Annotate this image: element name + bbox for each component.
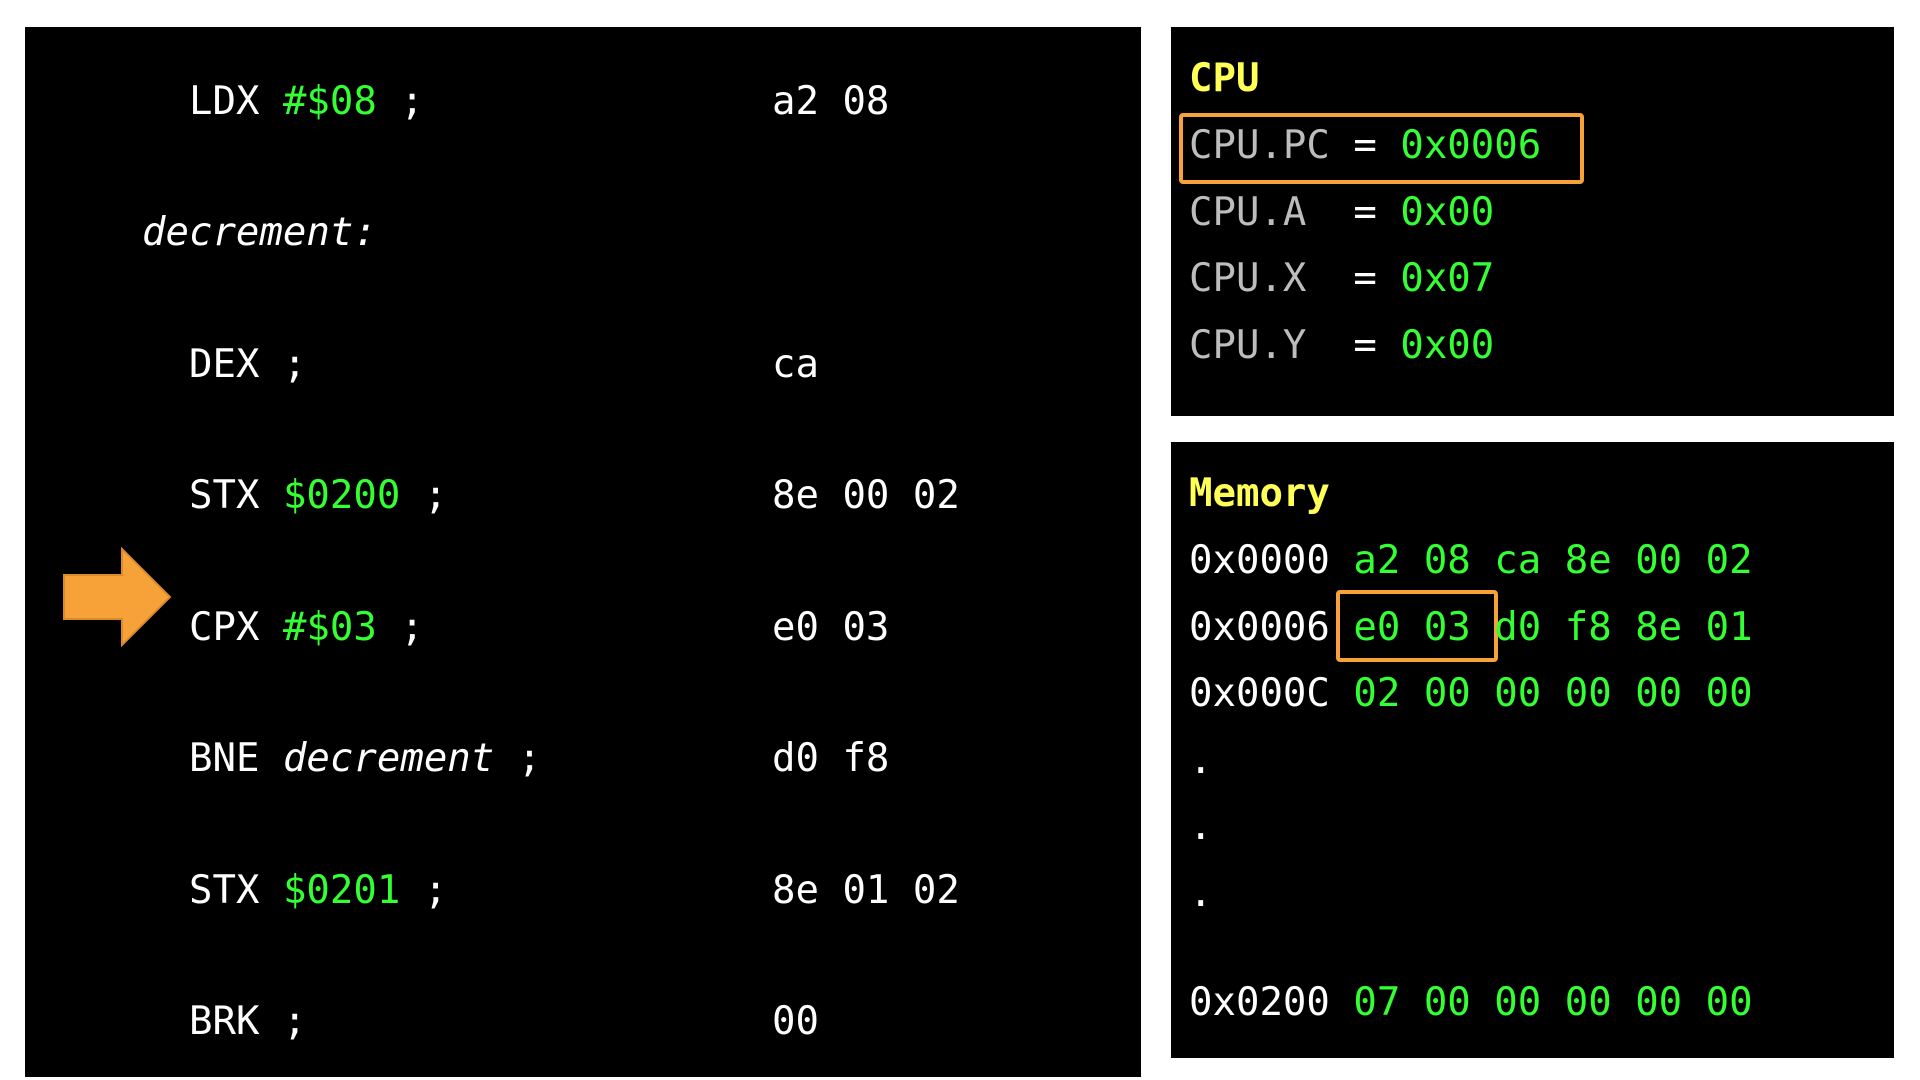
memory-byte: 00 <box>1423 671 1471 716</box>
machine-bytes: d0 f8 <box>772 736 890 781</box>
register-value: 0x0006 <box>1400 123 1542 168</box>
memory-ellipsis-dot: . <box>1189 738 1213 783</box>
memory-row-000c: 0x000C 02 00 00 00 00 00 <box>1189 674 1753 713</box>
operand: #$08 <box>282 79 377 124</box>
register-row-a: CPU.A = 0x00 <box>1189 193 1494 232</box>
cpu-panel-title: CPU <box>1189 56 1260 101</box>
operand: $0201 <box>282 868 401 913</box>
comment-marker: ; <box>423 473 448 518</box>
memory-row-0006: 0x0006 e0 03 d0 f8 8e 01 <box>1189 608 1753 647</box>
memory-address: 0x0200 <box>1189 980 1330 1025</box>
memory-ellipsis-dot: . <box>1189 871 1213 916</box>
memory-byte: ca <box>1494 538 1542 583</box>
opcode: STX <box>189 868 260 913</box>
memory-byte: 07 <box>1353 980 1401 1025</box>
comment-marker: ; <box>400 79 424 124</box>
machine-bytes: e0 03 <box>772 605 890 650</box>
machine-bytes: ca <box>772 342 819 387</box>
memory-row-0200: 0x0200 07 00 00 00 00 00 <box>1189 983 1753 1022</box>
register-name: CPU.PC <box>1189 123 1330 168</box>
memory-byte: e0 <box>1353 605 1401 650</box>
opcode: DEX <box>189 342 260 387</box>
operand: #$03 <box>282 605 377 650</box>
cpu-registers-panel: CPU CPU.PC = 0x0006 CPU.A = 0x00 CPU.X =… <box>1171 27 1894 416</box>
register-value: 0x00 <box>1400 323 1495 368</box>
register-row-y: CPU.Y = 0x00 <box>1189 326 1494 365</box>
opcode: BRK <box>189 999 260 1044</box>
opcode: BNE <box>189 736 260 781</box>
memory-panel-title: Memory <box>1189 471 1330 516</box>
memory-byte: 00 <box>1494 980 1542 1025</box>
memory-byte: 00 <box>1705 980 1753 1025</box>
memory-byte: 08 <box>1423 538 1471 583</box>
memory-address: 0x000C <box>1189 671 1330 716</box>
register-equals: = <box>1353 123 1377 168</box>
machine-bytes: a2 08 <box>772 79 890 124</box>
comment-marker: ; <box>423 868 448 913</box>
comment-marker: ; <box>517 736 542 781</box>
memory-byte: 00 <box>1564 980 1612 1025</box>
register-value: 0x00 <box>1400 190 1495 235</box>
assembly-code-panel: LDX #$08 ; a2 08 decrement: DEX ; ca STX… <box>25 27 1141 1077</box>
code-line-cpx-current: CPX #$03 ; <box>189 608 424 647</box>
register-name: CPU.X <box>1189 256 1307 301</box>
register-row-x: CPU.X = 0x07 <box>1189 259 1494 298</box>
opcode: STX <box>189 473 260 518</box>
code-line-stx-0201: STX $0201 ; <box>189 871 447 910</box>
comment-marker: ; <box>400 605 424 650</box>
memory-byte: a2 <box>1353 538 1401 583</box>
memory-byte: 8e <box>1564 538 1612 583</box>
register-equals: = <box>1353 323 1377 368</box>
memory-byte: 8e <box>1635 605 1683 650</box>
memory-byte: 00 <box>1423 980 1471 1025</box>
register-row-pc: CPU.PC = 0x0006 <box>1189 126 1541 165</box>
register-name: CPU.A <box>1189 190 1307 235</box>
memory-byte: 00 <box>1564 671 1612 716</box>
operand: decrement <box>282 736 495 781</box>
memory-byte: 00 <box>1635 538 1683 583</box>
register-equals: = <box>1353 190 1377 235</box>
register-value: 0x07 <box>1400 256 1495 301</box>
memory-byte: d0 <box>1494 605 1542 650</box>
code-line-dex: DEX ; <box>189 345 306 384</box>
comment-marker: ; <box>282 999 307 1044</box>
memory-address: 0x0000 <box>1189 538 1330 583</box>
memory-byte: 00 <box>1494 671 1542 716</box>
memory-byte: 00 <box>1635 980 1683 1025</box>
memory-byte: 02 <box>1705 538 1753 583</box>
memory-byte: 00 <box>1705 671 1753 716</box>
memory-byte: 00 <box>1635 671 1683 716</box>
code-line-bne: BNE decrement ; <box>189 739 541 778</box>
code-line-stx-0200: STX $0200 ; <box>189 476 447 515</box>
memory-byte: 02 <box>1353 671 1401 716</box>
machine-bytes: 00 <box>772 999 819 1044</box>
memory-ellipsis-dot: . <box>1189 804 1213 849</box>
memory-panel: Memory 0x0000 a2 08 ca 8e 00 02 0x0006 e… <box>1171 442 1894 1058</box>
operand: $0200 <box>282 473 401 518</box>
machine-bytes: 8e 00 02 <box>772 473 960 518</box>
machine-bytes: 8e 01 02 <box>772 868 960 913</box>
register-equals: = <box>1353 256 1377 301</box>
code-line-brk: BRK ; <box>189 1002 306 1041</box>
opcode: LDX <box>189 79 260 124</box>
memory-byte: 01 <box>1705 605 1753 650</box>
comment-marker: ; <box>282 342 307 387</box>
memory-address: 0x0006 <box>1189 605 1330 650</box>
code-line-ldx: LDX #$08 ; <box>189 82 424 121</box>
opcode: CPX <box>189 605 260 650</box>
code-label-decrement: decrement: <box>142 210 377 255</box>
memory-byte: 03 <box>1423 605 1471 650</box>
memory-row-0000: 0x0000 a2 08 ca 8e 00 02 <box>1189 541 1753 580</box>
memory-byte: f8 <box>1564 605 1612 650</box>
arrow-right-icon <box>63 547 172 647</box>
register-name: CPU.Y <box>1189 323 1307 368</box>
